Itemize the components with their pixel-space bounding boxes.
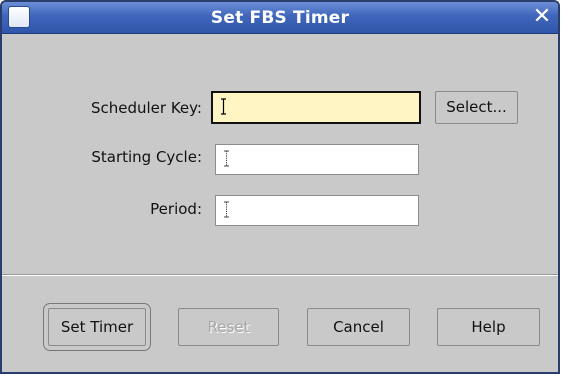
period-input[interactable]: [215, 195, 419, 226]
help-button[interactable]: Help: [437, 308, 540, 346]
dialog-window: Set FBS Timer ✕ Scheduler Key: Select...…: [0, 0, 560, 374]
form-area: Scheduler Key: Select... Starting Cycle:…: [2, 34, 558, 277]
cancel-button[interactable]: Cancel: [307, 308, 410, 346]
starting-cycle-input[interactable]: [215, 144, 419, 175]
text-cursor-icon: [224, 201, 229, 218]
text-cursor-icon: [224, 150, 229, 167]
set-timer-button[interactable]: Set Timer: [43, 303, 151, 351]
title-bar[interactable]: Set FBS Timer ✕: [2, 2, 558, 34]
scheduler-key-input[interactable]: [211, 91, 421, 124]
scheduler-key-label: Scheduler Key:: [90, 99, 202, 117]
close-icon[interactable]: ✕: [530, 6, 554, 28]
reset-button[interactable]: Reset: [178, 308, 279, 346]
starting-cycle-label: Starting Cycle:: [91, 148, 202, 166]
select-button[interactable]: Select...: [435, 91, 518, 124]
period-label: Period:: [150, 200, 202, 218]
window-title: Set FBS Timer: [210, 8, 350, 28]
text-cursor-icon: [221, 98, 226, 115]
button-bar: Set Timer Reset Cancel Help: [2, 276, 558, 372]
